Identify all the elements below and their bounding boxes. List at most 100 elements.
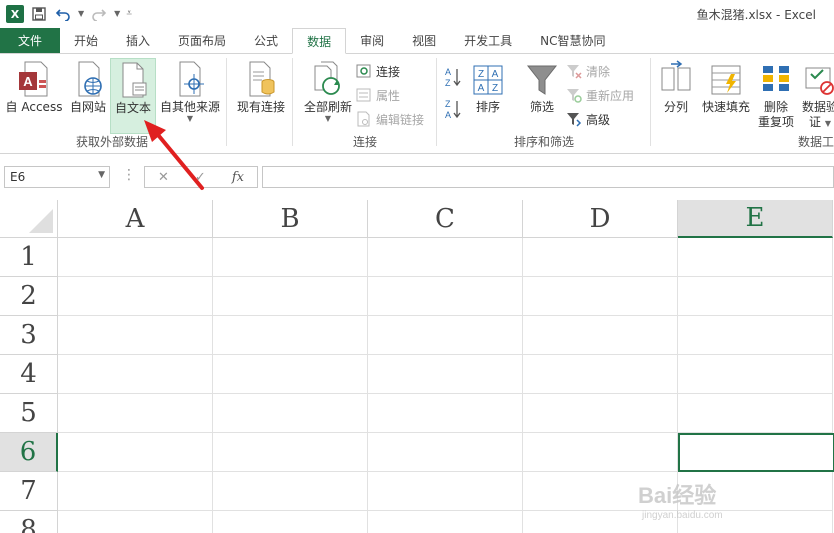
sort-button[interactable]: Z A A Z 排序	[470, 58, 506, 134]
reapply-button[interactable]: 重新应用	[566, 84, 634, 106]
flash-fill-icon	[711, 65, 741, 95]
cell-e5[interactable]	[678, 394, 833, 433]
save-icon[interactable]	[30, 5, 48, 23]
column-header-a[interactable]: A	[58, 200, 213, 238]
undo-dropdown-icon[interactable]: ▼	[78, 10, 84, 18]
row-header-5[interactable]: 5	[0, 394, 58, 433]
cell-d6[interactable]	[523, 433, 678, 472]
cell-c2[interactable]	[368, 277, 523, 316]
cell-c1[interactable]	[368, 238, 523, 277]
cell-a7[interactable]	[58, 472, 213, 511]
cell-d3[interactable]	[523, 316, 678, 355]
cell-e2[interactable]	[678, 277, 833, 316]
cell-a3[interactable]	[58, 316, 213, 355]
tab-insert[interactable]: 插入	[112, 28, 164, 53]
formula-input[interactable]	[262, 166, 834, 188]
chevron-down-icon: ▼	[186, 114, 194, 123]
from-text-button[interactable]: 自文本	[110, 58, 156, 134]
cell-c5[interactable]	[368, 394, 523, 433]
cell-a1[interactable]	[58, 238, 213, 277]
cell-a5[interactable]	[58, 394, 213, 433]
cell-b7[interactable]	[213, 472, 368, 511]
cell-b8[interactable]	[213, 511, 368, 533]
column-header-d[interactable]: D	[523, 200, 678, 238]
column-header-e[interactable]: E	[678, 200, 833, 238]
cell-a8[interactable]	[58, 511, 213, 533]
connections-button[interactable]: 连接	[356, 60, 400, 82]
sort-ascending-button[interactable]: A Z	[444, 66, 462, 88]
edit-links-button[interactable]: 编辑链接	[356, 108, 424, 130]
clear-filter-button[interactable]: 清除	[566, 60, 610, 82]
row-header-3[interactable]: 3	[0, 316, 58, 355]
tab-developer[interactable]: 开发工具	[450, 28, 526, 53]
clear-label: 清除	[586, 64, 611, 79]
row-header-7[interactable]: 7	[0, 472, 58, 511]
undo-icon[interactable]	[54, 5, 72, 23]
name-box[interactable]: E6 ▼	[4, 166, 110, 188]
tab-data[interactable]: 数据	[292, 28, 347, 54]
cell-b5[interactable]	[213, 394, 368, 433]
redo-dropdown-icon[interactable]: ▼	[114, 10, 120, 18]
cell-b2[interactable]	[213, 277, 368, 316]
remove-duplicates-icon	[763, 66, 789, 91]
from-access-button[interactable]: A 自 Access	[4, 58, 64, 134]
refresh-all-label: 全部刷新	[303, 100, 352, 114]
cell-c4[interactable]	[368, 355, 523, 394]
cell-e1[interactable]	[678, 238, 833, 277]
cell-c7[interactable]	[368, 472, 523, 511]
cell-b3[interactable]	[213, 316, 368, 355]
cell-a6[interactable]	[58, 433, 213, 472]
tab-page-layout[interactable]: 页面布局	[164, 28, 240, 53]
properties-button[interactable]: 属性	[356, 84, 400, 106]
existing-connections-label: 现有连接	[236, 100, 285, 114]
remove-duplicates-button[interactable]: 删除 重复项	[756, 58, 796, 134]
insert-function-icon[interactable]: fx	[232, 170, 244, 185]
window-title: 鱼木混猪.xlsx - Excel	[696, 8, 816, 22]
tab-view[interactable]: 视图	[398, 28, 450, 53]
from-other-sources-button[interactable]: 自其他来源 ▼	[158, 58, 222, 134]
from-web-button[interactable]: 自网站	[66, 58, 110, 134]
cell-a4[interactable]	[58, 355, 213, 394]
cell-b1[interactable]	[213, 238, 368, 277]
cancel-icon[interactable]: ✕	[158, 170, 169, 185]
cell-e4[interactable]	[678, 355, 833, 394]
flash-fill-button[interactable]: 快速填充	[700, 58, 752, 134]
formula-bar-grip-icon[interactable]: ⋮	[122, 168, 136, 182]
customize-qat-icon[interactable]: ⩡	[126, 9, 132, 19]
filter-button[interactable]: 筛选	[522, 58, 562, 134]
redo-icon[interactable]	[90, 5, 108, 23]
cell-b4[interactable]	[213, 355, 368, 394]
cell-d5[interactable]	[523, 394, 678, 433]
row-header-1[interactable]: 1	[0, 238, 58, 277]
cell-c3[interactable]	[368, 316, 523, 355]
row-header-8[interactable]: 8	[0, 511, 58, 533]
advanced-filter-button[interactable]: 高级	[566, 108, 610, 130]
cell-a2[interactable]	[58, 277, 213, 316]
cell-c8[interactable]	[368, 511, 523, 533]
data-validation-button[interactable]: 数据验证 ▼	[800, 58, 834, 134]
tab-file[interactable]: 文件	[0, 28, 60, 53]
cell-c6[interactable]	[368, 433, 523, 472]
text-to-columns-button[interactable]: 分列	[658, 58, 694, 134]
row-header-4[interactable]: 4	[0, 355, 58, 394]
cell-d1[interactable]	[523, 238, 678, 277]
column-header-c[interactable]: C	[368, 200, 523, 238]
row-header-6[interactable]: 6	[0, 433, 58, 472]
refresh-all-button[interactable]: 全部刷新 ▼	[298, 58, 358, 134]
existing-connections-button[interactable]: 现有连接	[232, 58, 290, 134]
tab-nc-collab[interactable]: NC智慧协同	[526, 28, 619, 53]
row-header-2[interactable]: 2	[0, 277, 58, 316]
chevron-down-icon[interactable]: ▼	[98, 170, 105, 180]
column-header-b[interactable]: B	[213, 200, 368, 238]
cell-d2[interactable]	[523, 277, 678, 316]
cell-e6[interactable]	[678, 433, 834, 472]
confirm-icon[interactable]: ✓	[195, 170, 206, 185]
tab-review[interactable]: 审阅	[346, 28, 398, 53]
cell-e3[interactable]	[678, 316, 833, 355]
cell-d4[interactable]	[523, 355, 678, 394]
cell-b6[interactable]	[213, 433, 368, 472]
select-all-button[interactable]	[0, 200, 58, 238]
tab-home[interactable]: 开始	[60, 28, 112, 53]
sort-descending-button[interactable]: Z A	[444, 98, 462, 120]
tab-formulas[interactable]: 公式	[240, 28, 292, 53]
